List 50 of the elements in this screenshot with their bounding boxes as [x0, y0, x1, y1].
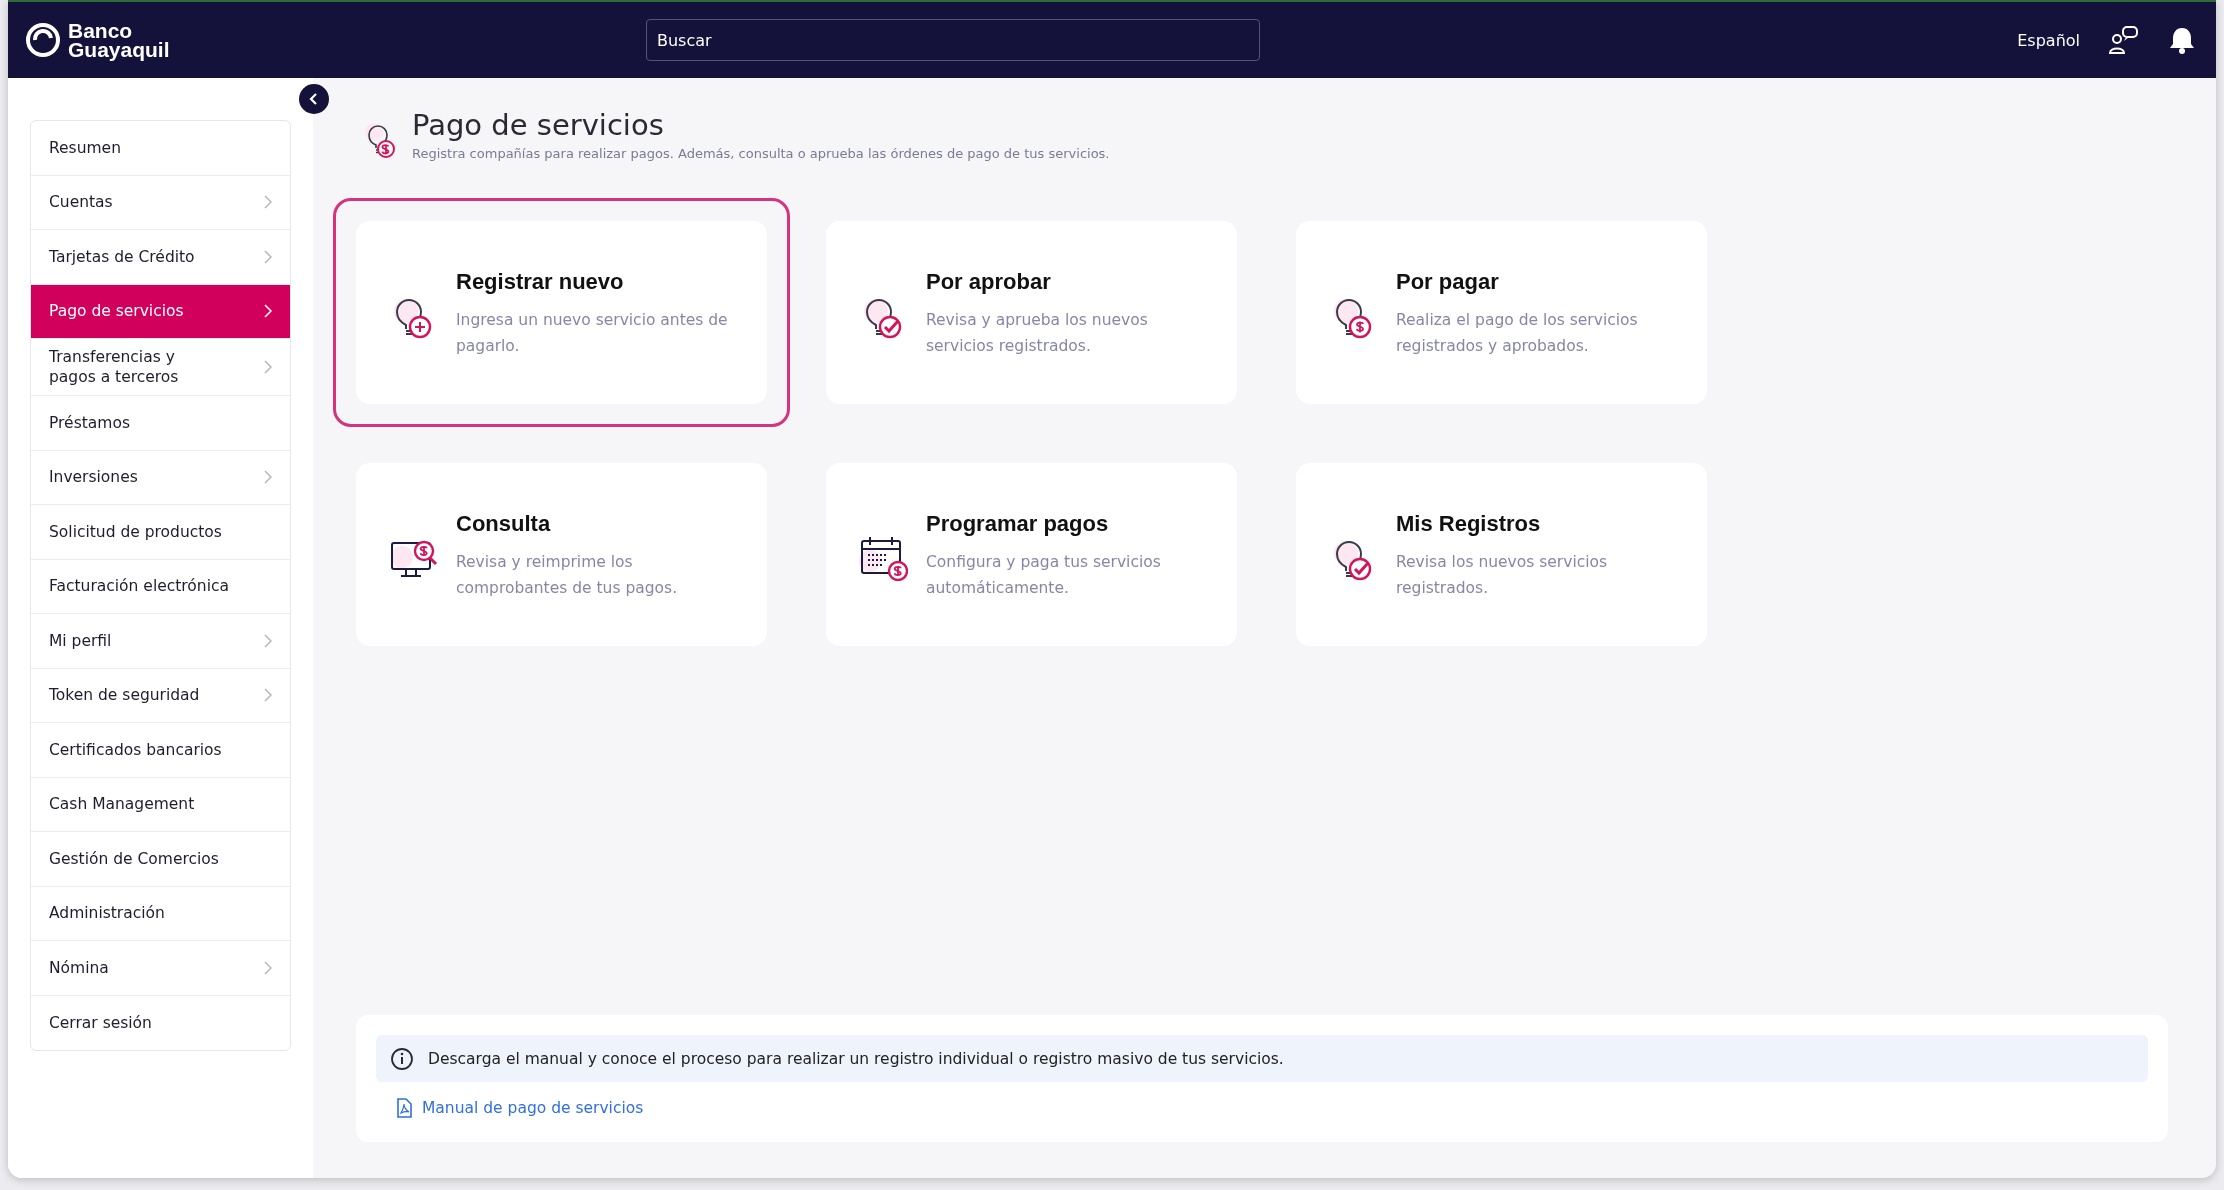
option-card[interactable]: Por pagar Realiza el pago de los servicios registrados y aprobados. — [1296, 221, 1707, 404]
sidebar-item[interactable]: Solicitud de productos — [31, 505, 290, 560]
sidebar-item[interactable]: Pago de servicios — [31, 284, 290, 339]
card-description: Ingresa un nuevo servicio antes de pagarlo. — [456, 310, 729, 357]
pdf-file-icon — [396, 1098, 412, 1118]
card-description: Configura y paga tus servicios automáticamente. — [926, 552, 1162, 599]
sidebar-item[interactable]: Inversiones — [31, 450, 290, 505]
logo-text: Banco Guayaquil — [68, 21, 170, 59]
logo-icon — [26, 23, 60, 57]
card-title: Programar pagos — [926, 511, 1110, 537]
lightbulb-dollar-icon — [362, 120, 396, 160]
sidebar-item[interactable]: Mi perfil — [31, 614, 290, 669]
card-title: Por pagar — [1396, 269, 1500, 295]
card-title: Registrar nuevo — [456, 269, 625, 295]
info-icon — [390, 1046, 414, 1071]
sidebar-item[interactable]: Cuentas — [31, 175, 290, 230]
page-title: Pago de servicios — [412, 108, 665, 142]
sidebar-item[interactable]: Administración — [31, 886, 290, 941]
bell-icon — [2168, 25, 2196, 55]
option-card[interactable]: Programar pagos Configura y paga tus servicios automáticamente. — [826, 463, 1237, 646]
option-card[interactable]: Consulta Revisa y reimprime los comprobantes de tus pagos. — [356, 463, 767, 646]
sidebar-item[interactable]: Token de seguridad — [31, 668, 290, 723]
sidebar-item[interactable]: Resumen — [31, 121, 290, 176]
sidebar-item[interactable]: Tarjetas de Crédito — [31, 230, 290, 285]
info-message: Descarga el manual y conoce el proceso para realizar un registro individual o registro masivo de tus servicios. — [428, 1049, 1284, 1068]
chevron-left-icon — [309, 93, 319, 105]
sidebar-item[interactable]: Cerrar sesión — [31, 995, 290, 1050]
option-card[interactable]: Mis Registros Revisa los nuevos servicios registrados. — [1296, 463, 1707, 646]
card-title: Mis Registros — [1396, 511, 1542, 537]
manual-link[interactable]: Manual de pago de servicios — [396, 1098, 644, 1118]
card-title: Por aprobar — [926, 269, 1052, 295]
sidebar-item[interactable]: Gestión de Comercios — [31, 832, 290, 887]
card-description: Revisa y reimprime los comprobantes de tus pagos. — [456, 552, 679, 599]
language-selector[interactable]: Español — [2017, 30, 2080, 50]
chat-users-icon — [2108, 25, 2140, 55]
option-card[interactable]: Registrar nuevo Ingresa un nuevo servicio antes de pagarlo. — [333, 198, 790, 427]
sidebar-item[interactable]: Cash Management — [31, 777, 290, 832]
sidebar-item[interactable]: Facturación electrónica — [31, 559, 290, 614]
card-description: Revisa y aprueba los nuevos servicios registrados. — [926, 310, 1149, 357]
sidebar-item[interactable]: Transferencias y pagos a terceros — [31, 339, 290, 396]
card-description: Revisa los nuevos servicios registrados. — [1396, 552, 1609, 599]
sidebar-item[interactable]: Préstamos — [31, 396, 290, 451]
option-card[interactable]: Por aprobar Revisa y aprueba los nuevos servicios registrados. — [826, 221, 1237, 404]
sidebar-item[interactable]: Nómina — [31, 941, 290, 996]
card-title: Consulta — [456, 511, 552, 537]
search-field[interactable]: Buscar — [646, 19, 1260, 61]
sidebar-item[interactable]: Certificados bancarios — [31, 723, 290, 778]
page-subtitle: Registra compañías para realizar pagos. Además, consulta o aprueba las órdenes de pago de tus servicios. — [412, 146, 1110, 161]
collapse-button[interactable] — [299, 84, 329, 114]
card-description: Realiza el pago de los servicios registrados y aprobados. — [1396, 310, 1639, 357]
